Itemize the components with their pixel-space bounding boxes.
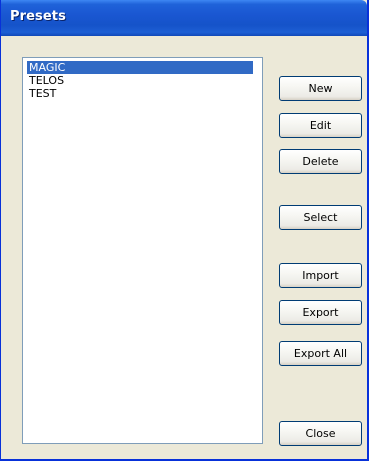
export-all-button[interactable]: Export All [279, 341, 362, 366]
list-item-test[interactable]: TEST [27, 87, 253, 100]
select-button[interactable]: Select [279, 205, 362, 230]
list-item-magic[interactable]: MAGIC [27, 61, 253, 74]
export-button[interactable]: Export [279, 300, 362, 325]
presets-list[interactable]: MAGIC TELOS TEST [22, 57, 263, 444]
edit-button[interactable]: Edit [279, 113, 362, 138]
close-button[interactable]: Close [279, 421, 362, 446]
title-bar[interactable]: Presets [1, 0, 367, 36]
list-item-telos[interactable]: TELOS [27, 74, 253, 87]
window-title: Presets [10, 9, 66, 24]
presets-dialog: Presets MAGIC TELOS TEST New Edit Delete… [0, 0, 369, 461]
import-button[interactable]: Import [279, 263, 362, 288]
new-button[interactable]: New [279, 76, 362, 101]
delete-button[interactable]: Delete [279, 149, 362, 174]
